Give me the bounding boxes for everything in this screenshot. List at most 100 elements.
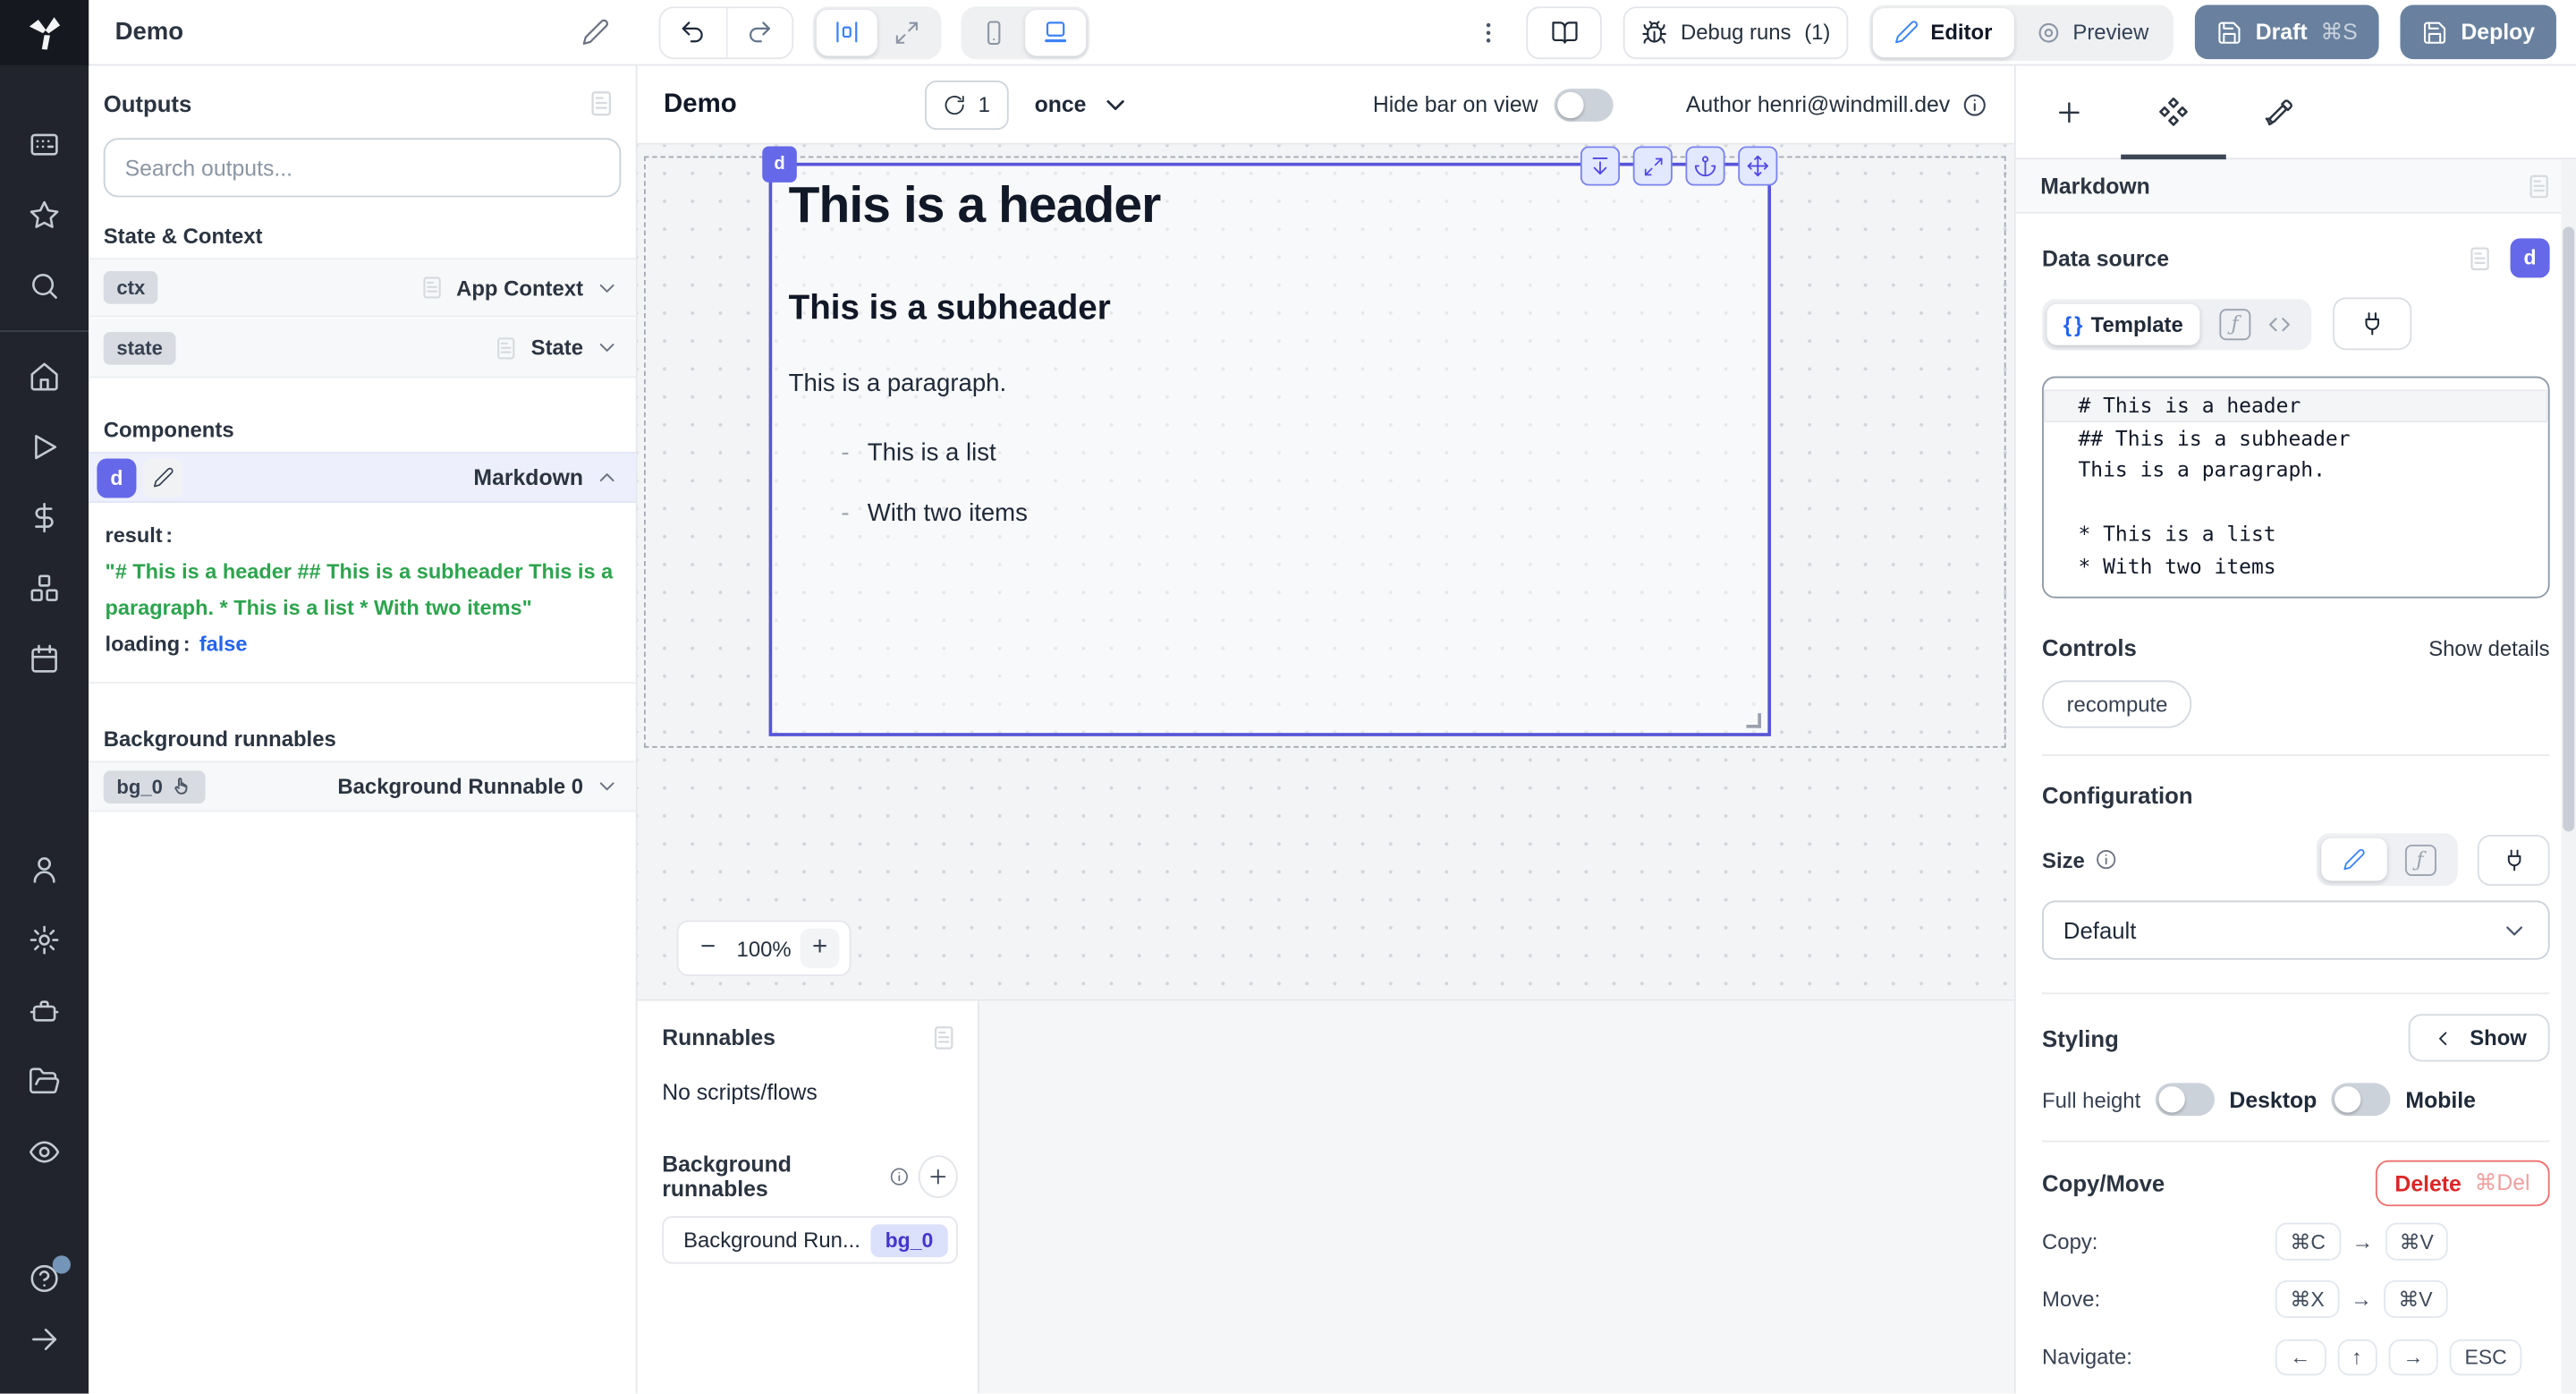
panel-scrollbar[interactable] [2561,159,2576,1393]
search-outputs-input[interactable] [104,138,622,197]
result-value[interactable]: "# This is a header ## This is a subhead… [106,558,614,619]
size-fx-button[interactable]: ƒ [2387,838,2453,881]
size-connect-button[interactable] [2478,834,2550,885]
output-row-ctx[interactable]: ctx App Context [89,258,636,317]
rail-settings-button[interactable] [28,923,61,956]
rail-search-button[interactable] [28,269,61,302]
add-bg-runnable-button[interactable] [919,1155,958,1198]
component-id-badge[interactable]: d [2511,238,2550,277]
move-component-button[interactable] [1738,146,1777,185]
edit-component-id-button[interactable] [143,458,182,497]
tab-insert[interactable] [2016,65,2122,157]
rail-variables-button[interactable] [28,501,61,534]
code-mode-button[interactable] [2266,310,2293,337]
size-select[interactable]: Default [2042,901,2550,960]
code-line[interactable]: ## This is a subheader [2044,421,2548,454]
fixed-width-button[interactable] [816,9,877,55]
zoom-in-button[interactable]: + [800,929,839,968]
full-width-button[interactable] [877,9,937,55]
left-nav-rail [0,65,89,1393]
draft-button[interactable]: Draft ⌘S [2195,5,2379,60]
more-menu-button[interactable] [1472,17,1505,47]
code-line[interactable]: This is a paragraph. [2044,454,2548,486]
resize-handle[interactable] [1746,713,1761,728]
rail-audit-button[interactable] [28,1135,61,1169]
bg-runnable-card[interactable]: Background Run... bg_0 [662,1216,958,1263]
anchor-component-button[interactable] [1685,146,1724,185]
code-line[interactable] [2044,486,2548,518]
zoom-out-button[interactable]: − [689,929,728,968]
loading-value[interactable]: false [199,631,248,656]
chevron-down-icon[interactable] [595,276,620,301]
rail-users-button[interactable] [28,853,61,886]
chevron-down-icon[interactable] [595,336,620,361]
code-line[interactable]: * This is a list [2044,518,2548,550]
rail-schedules-button[interactable] [28,642,61,676]
chevron-up-icon[interactable] [595,465,620,490]
outputs-doc-icon[interactable] [587,89,616,118]
chevron-down-icon[interactable] [595,774,620,799]
desktop-mobile-toggle[interactable] [2332,1083,2391,1116]
bug-icon [1641,19,1667,45]
rail-folders-button[interactable] [28,1065,61,1098]
rail-runs-button[interactable] [28,430,61,463]
connect-data-button[interactable] [2333,297,2411,350]
rail-expand-button[interactable] [28,1323,61,1356]
recompute-button[interactable]: recompute [2042,680,2192,727]
rail-home-button[interactable] [28,360,61,393]
windmill-logo[interactable] [0,0,89,65]
fill-height-button[interactable] [1580,146,1620,185]
delete-component-button[interactable]: Delete ⌘Del [2375,1160,2549,1206]
run-mode-select[interactable]: once [1035,89,1131,119]
component-output-detail: result: "# This is a header ## This is a… [89,503,636,684]
code-line[interactable]: * With two items [2044,549,2548,582]
kbd-key: ← [2275,1339,2326,1374]
styling-show-button[interactable]: Show [2409,1014,2549,1061]
rail-apps-button[interactable] [28,128,61,161]
redo-button[interactable] [725,5,791,58]
runnables-doc-icon[interactable] [930,1024,958,1051]
tab-preview[interactable]: Preview [2013,7,2170,56]
loading-key: loading [106,631,181,656]
preview-label: Preview [2072,20,2148,45]
template-code-editor[interactable]: # This is a header ## This is a subheade… [2042,377,2550,599]
expand-component-button[interactable] [1633,146,1673,185]
output-row-state[interactable]: state State [89,319,636,378]
background-runnable-row[interactable]: bg_0 Background Runnable 0 [89,761,636,812]
undo-button[interactable] [660,5,725,58]
size-static-button[interactable] [2321,838,2386,881]
component-row-markdown[interactable]: d Markdown [89,452,636,503]
debug-runs-button[interactable]: Debug runs (1) [1623,5,1849,58]
rail-workers-button[interactable] [28,994,61,1027]
scrollbar-thumb[interactable] [2563,226,2574,831]
docs-button[interactable] [1526,5,1601,58]
tab-settings[interactable] [2121,65,2226,157]
markdown-component[interactable]: This is a header This is a subheader Thi… [769,163,1771,736]
tab-editor[interactable]: Editor [1873,7,2013,56]
deploy-button[interactable]: Deploy [2400,5,2556,60]
pencil-icon [1894,20,1919,45]
component-tag[interactable]: d [762,146,797,182]
template-mode-button[interactable]: { } Template [2047,303,2200,344]
rail-help-button[interactable] [28,1262,61,1296]
code-line[interactable]: # This is a header [2044,389,2548,421]
rail-resources-button[interactable] [28,572,61,605]
rename-app-button[interactable] [581,18,609,46]
app-canvas[interactable]: d This is a header This is a subheader T… [638,145,2014,999]
deploy-label: Deploy [2461,20,2535,45]
info-icon[interactable] [1962,91,1987,117]
desktop-view-button[interactable] [1025,9,1086,55]
tab-theme[interactable] [2226,65,2332,157]
show-details-link[interactable]: Show details [2428,635,2549,660]
hide-bar-toggle[interactable] [1555,88,1614,121]
doc-icon[interactable] [2466,244,2494,272]
background-runnables-heading: Background runnables [89,684,636,761]
section-doc-icon[interactable] [2525,172,2553,200]
controls-heading: Controls [2042,634,2137,660]
refresh-count-button[interactable]: 1 [926,80,1008,129]
folder-open-icon [28,1065,61,1098]
full-height-toggle[interactable] [2156,1083,2215,1116]
mobile-view-button[interactable] [964,9,1025,55]
function-mode-button[interactable]: ƒ [2219,308,2250,339]
rail-favorites-button[interactable] [28,199,61,232]
